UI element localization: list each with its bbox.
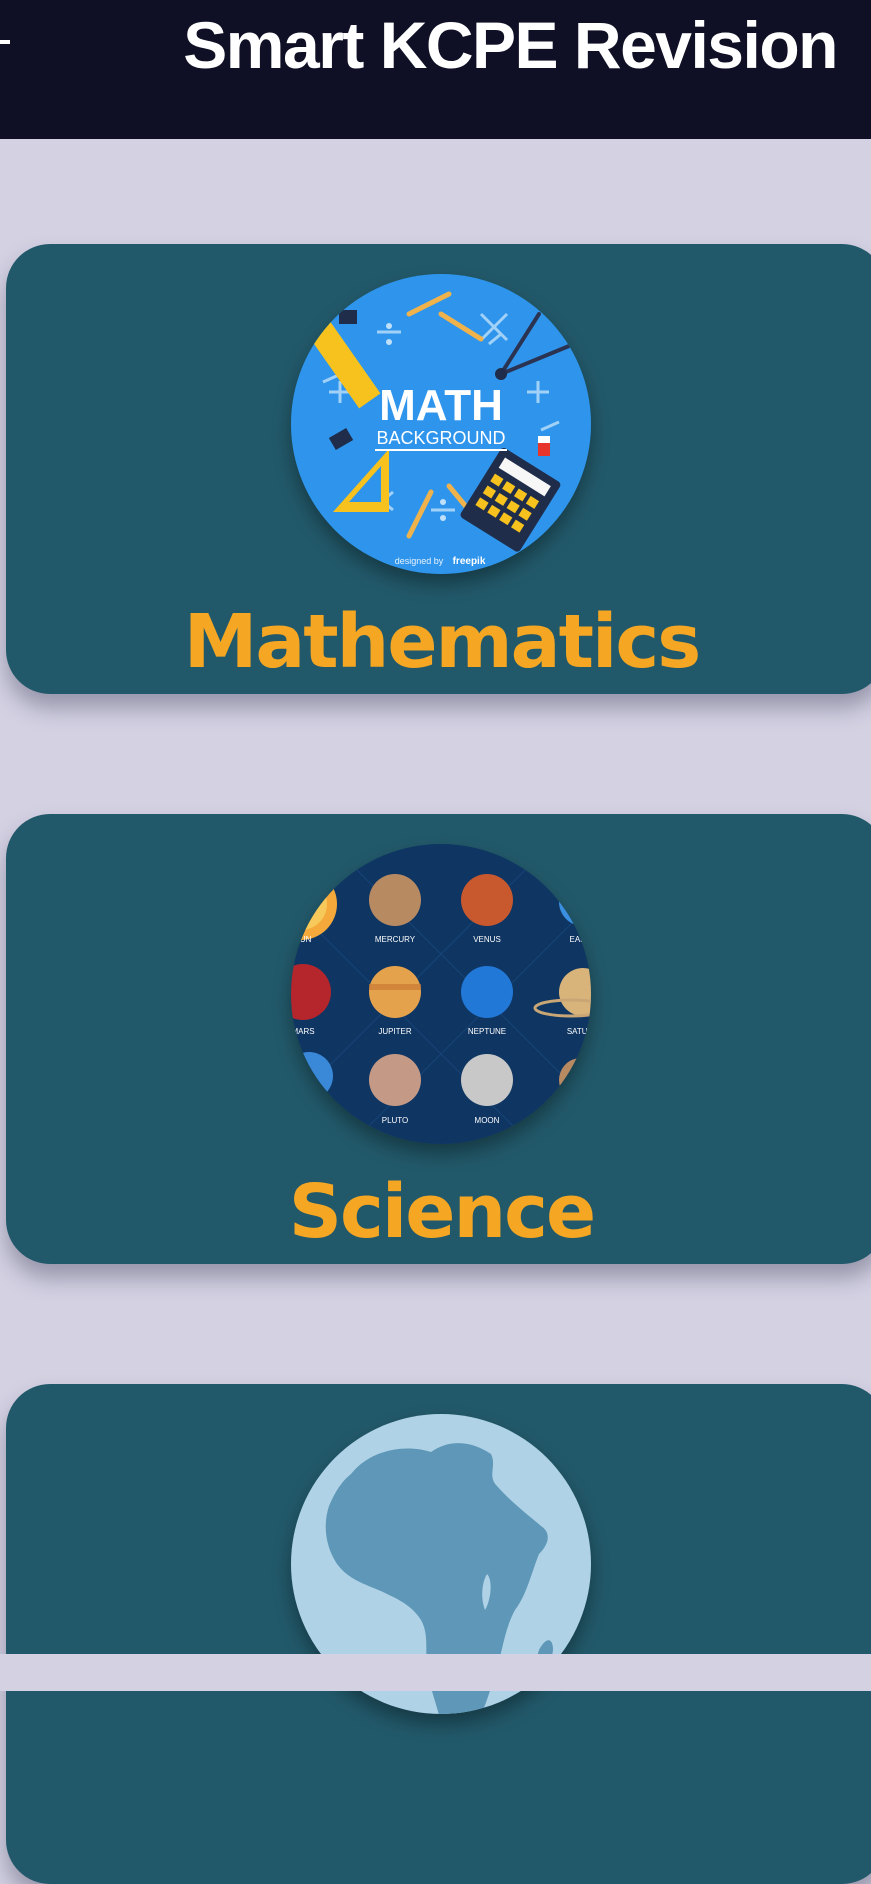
subject-card-science[interactable]: SUN MERCURY VENUS EARTH MARS JUPITER NEP… xyxy=(6,814,871,1264)
subject-card-mathematics[interactable]: MATH BACKGROUND designed by freepik Math… xyxy=(6,244,871,694)
planet-label: JUPITER xyxy=(378,1027,412,1036)
bottom-area xyxy=(0,1654,871,1691)
planet-label: MARS xyxy=(291,1027,314,1036)
menu-icon[interactable] xyxy=(0,40,10,44)
image-credit-brand: freepik xyxy=(453,556,486,567)
planet-label: SUN xyxy=(295,935,312,944)
planet-label: MOON xyxy=(475,1116,500,1125)
math-image-heading: MATH xyxy=(379,381,503,430)
planet-label: EARTH xyxy=(570,935,591,944)
planet-label: PLUTO xyxy=(382,1116,409,1125)
subject-title-mathematics: Mathematics xyxy=(183,599,702,685)
solar-system-image: SUN MERCURY VENUS EARTH MARS JUPITER NEP… xyxy=(291,844,591,1144)
app-header: Smart KCPE Revision xyxy=(0,0,871,139)
subject-card-globe[interactable] xyxy=(6,1384,871,1884)
app-title: Smart KCPE Revision xyxy=(183,8,838,82)
math-background-image: MATH BACKGROUND designed by freepik xyxy=(291,274,591,574)
math-image-subheading: BACKGROUND xyxy=(376,428,505,448)
subject-title-science: Science xyxy=(288,1169,596,1255)
planet-label: NEPTUNE xyxy=(468,1027,506,1036)
planet-label: SATURN xyxy=(567,1027,591,1036)
planet-label: MERCURY xyxy=(375,935,416,944)
planet-label: VENUS xyxy=(473,935,501,944)
image-credit: designed by xyxy=(395,556,444,566)
